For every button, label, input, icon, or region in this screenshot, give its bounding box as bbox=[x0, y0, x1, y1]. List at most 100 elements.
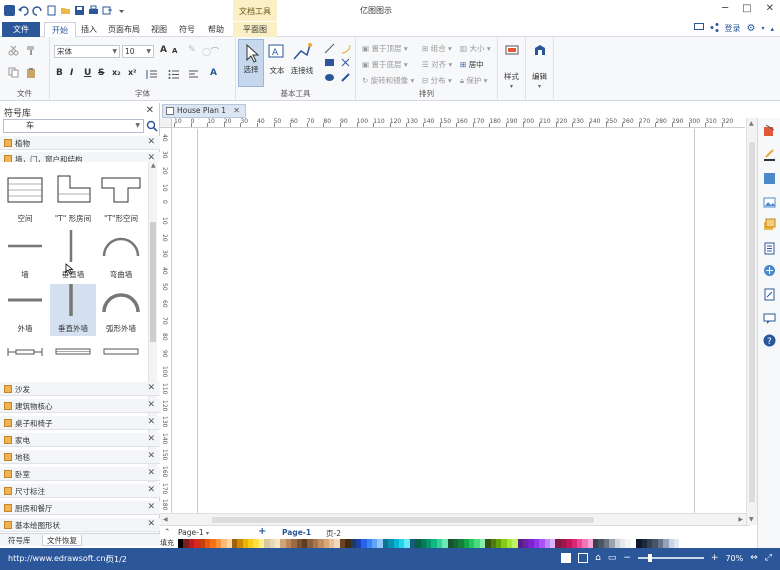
category-basic-shapes[interactable]: 基本绘图形状 ✕ bbox=[0, 518, 160, 532]
normal-view-icon[interactable] bbox=[561, 553, 572, 563]
search-icon[interactable] bbox=[146, 120, 158, 132]
customize-qat-icon[interactable] bbox=[116, 5, 127, 16]
category-sofa[interactable]: 沙发 ✕ bbox=[0, 382, 160, 396]
export-icon[interactable] bbox=[102, 5, 113, 16]
page-properties-icon[interactable] bbox=[763, 242, 776, 255]
distribute-button[interactable]: ⊟ 分布 ▾ bbox=[422, 75, 452, 86]
size-button[interactable]: ▥ 大小 ▾ bbox=[460, 43, 491, 54]
fit-width-icon[interactable]: ⇔ bbox=[750, 553, 758, 563]
align-left-icon[interactable] bbox=[188, 69, 199, 80]
bullets-icon[interactable] bbox=[168, 69, 179, 80]
category-close-icon[interactable]: ✕ bbox=[147, 400, 155, 410]
category-close-icon[interactable]: ✕ bbox=[147, 137, 155, 147]
align-button[interactable]: ☰ 对齐 ▾ bbox=[422, 59, 452, 70]
rotate-mirror-button[interactable]: ↻ 旋转和镜像 ▾ bbox=[362, 75, 414, 86]
color-swatch[interactable] bbox=[673, 539, 680, 548]
underline-button[interactable]: U bbox=[84, 68, 91, 78]
shape-icon[interactable]: ◯⌒ bbox=[202, 46, 219, 57]
bold-button[interactable]: B bbox=[56, 68, 63, 78]
horizontal-scrollbar[interactable]: ◀ ▶ bbox=[160, 513, 746, 525]
restore-button[interactable]: □ bbox=[742, 3, 751, 14]
app-logo-icon[interactable] bbox=[4, 4, 15, 16]
crop-tool-icon[interactable] bbox=[340, 57, 351, 68]
shape-curved-wall[interactable]: 弯曲墙 bbox=[98, 230, 144, 282]
line-spacing-icon[interactable] bbox=[146, 69, 157, 80]
document-close-icon[interactable]: ✕ bbox=[233, 105, 240, 117]
shape-rect-wall[interactable] bbox=[98, 342, 144, 366]
superscript-button[interactable]: x² bbox=[128, 68, 137, 77]
drawing-canvas[interactable] bbox=[173, 129, 746, 513]
layers-icon[interactable] bbox=[763, 218, 776, 231]
edit-dropdown-icon[interactable]: ▾ bbox=[526, 83, 553, 90]
vertical-scroll-thumb[interactable] bbox=[749, 142, 755, 502]
library-close-icon[interactable]: ✕ bbox=[146, 105, 154, 116]
shape-dimension-wall[interactable] bbox=[2, 342, 48, 366]
navigator-icon[interactable] bbox=[763, 264, 776, 277]
page-tab-1[interactable]: Page-1 bbox=[282, 528, 311, 537]
chevron-down-icon[interactable]: ▾ bbox=[761, 25, 764, 32]
save-icon[interactable] bbox=[74, 5, 85, 16]
tab-floor-plan[interactable]: 平面图 bbox=[233, 22, 277, 37]
minimize-button[interactable]: ─ bbox=[722, 3, 728, 14]
shape-exterior-wall[interactable]: 外墙 bbox=[2, 284, 48, 336]
zoom-in-icon[interactable]: + bbox=[711, 553, 719, 563]
shape-double-line-wall[interactable] bbox=[50, 342, 96, 366]
category-close-icon[interactable]: ✕ bbox=[147, 434, 155, 444]
category-close-icon[interactable]: ✕ bbox=[147, 383, 155, 393]
tab-help[interactable]: 帮助 bbox=[205, 22, 227, 37]
strikethrough-button[interactable]: S bbox=[98, 68, 104, 78]
category-building-core[interactable]: 建筑物核心 ✕ bbox=[0, 399, 160, 413]
subscript-button[interactable]: x₂ bbox=[112, 68, 121, 77]
print-icon[interactable] bbox=[88, 5, 99, 16]
select-tool-button[interactable]: 选择 bbox=[238, 39, 264, 87]
format-painter-icon[interactable] bbox=[26, 45, 37, 56]
grow-font-icon[interactable]: A bbox=[160, 45, 167, 55]
drawing-page[interactable] bbox=[197, 129, 695, 513]
image-icon[interactable] bbox=[763, 196, 776, 209]
clear-format-icon[interactable]: ✎ bbox=[188, 45, 196, 55]
fullscreen-icon[interactable]: ⤢ bbox=[765, 553, 772, 563]
settings-gear-icon[interactable]: ⚙ bbox=[747, 23, 756, 34]
cut-icon[interactable] bbox=[8, 45, 19, 56]
style-button[interactable]: 样式 bbox=[498, 71, 525, 82]
bring-to-front-button[interactable]: ▣ 置于顶层 ▾ bbox=[362, 43, 408, 54]
send-to-back-button[interactable]: ▣ 置于底层 ▾ bbox=[362, 59, 408, 70]
tab-view[interactable]: 视图 bbox=[148, 22, 170, 37]
help-icon[interactable]: ? bbox=[763, 334, 776, 347]
page-select[interactable]: Page-1 ▾ bbox=[178, 528, 209, 537]
close-button[interactable]: ✕ bbox=[766, 3, 774, 14]
copy-icon[interactable] bbox=[8, 67, 19, 78]
group-button[interactable]: ⊞ 组合 ▾ bbox=[422, 43, 452, 54]
ellipse-tool-icon[interactable] bbox=[324, 72, 335, 83]
add-page-button[interactable]: + bbox=[258, 526, 266, 537]
vertical-scrollbar[interactable]: ▲ ▼ bbox=[746, 118, 757, 525]
shrink-font-icon[interactable]: A bbox=[172, 47, 177, 55]
share-icon[interactable] bbox=[710, 23, 719, 34]
new-document-icon[interactable] bbox=[46, 5, 57, 16]
style-dropdown-icon[interactable]: ▾ bbox=[498, 83, 525, 90]
category-bedroom[interactable]: 卧室 ✕ bbox=[0, 467, 160, 481]
font-name-select[interactable]: 宋体 ▼ bbox=[54, 45, 120, 58]
category-close-icon[interactable]: ✕ bbox=[147, 451, 155, 461]
shape-wall[interactable]: 墙 bbox=[2, 230, 48, 282]
category-carpets[interactable]: 地毯 ✕ bbox=[0, 450, 160, 464]
font-size-select[interactable]: 10 ▼ bbox=[122, 45, 154, 58]
tab-insert[interactable]: 插入 bbox=[78, 22, 100, 37]
italic-button[interactable]: I bbox=[70, 68, 73, 78]
category-close-icon[interactable]: ✕ bbox=[147, 468, 155, 478]
tab-symbols[interactable]: 符号 bbox=[176, 22, 198, 37]
library-search-input[interactable]: 车 ▼ bbox=[3, 119, 144, 133]
style-icon[interactable] bbox=[504, 43, 520, 57]
presentation-icon[interactable]: ⌂ bbox=[595, 553, 601, 563]
arc-tool-icon[interactable] bbox=[340, 43, 351, 54]
category-tables-chairs[interactable]: 桌子和椅子 ✕ bbox=[0, 416, 160, 430]
category-close-icon[interactable]: ✕ bbox=[147, 519, 155, 529]
shape-vertical-exterior-wall[interactable]: 垂直外墙 bbox=[50, 284, 96, 336]
line-tool-icon[interactable] bbox=[324, 43, 335, 54]
zoom-slider[interactable] bbox=[637, 554, 704, 562]
category-dimensions[interactable]: 尺寸标注 ✕ bbox=[0, 484, 160, 498]
fit-page-icon[interactable]: ▭ bbox=[608, 553, 617, 563]
category-kitchen-dining[interactable]: 厨房和餐厅 ✕ bbox=[0, 501, 160, 515]
category-appliances[interactable]: 家电 ✕ bbox=[0, 433, 160, 447]
ribbon-collapse-icon[interactable]: ▴ bbox=[770, 25, 774, 33]
